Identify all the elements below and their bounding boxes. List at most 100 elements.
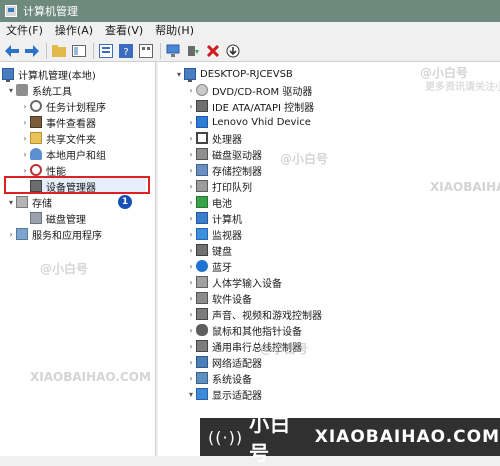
chevron-right-icon[interactable]: › [186,306,196,322]
device-category[interactable]: › DVD/CD-ROM 驱动器 [186,82,312,98]
menu-view[interactable]: 查看(V) [99,22,149,40]
device-category[interactable]: › 计算机 [186,210,242,226]
tree-item-storage[interactable]: ▾ 存储 [6,194,52,210]
device-category[interactable]: › 网络适配器 [186,354,262,370]
view-icon[interactable] [138,43,154,59]
chevron-right-icon[interactable]: › [20,98,30,114]
event-viewer-icon [30,116,42,128]
device-category[interactable]: › 系统设备 [186,370,252,386]
toolbar-separator [46,42,47,59]
device-category[interactable]: › 电池 [186,194,232,210]
menu-action[interactable]: 操作(A) [49,22,99,40]
chevron-right-icon[interactable]: › [186,258,196,274]
device-category[interactable]: › 蓝牙 [186,258,232,274]
computer-icon [196,212,208,224]
tree-item-label: 服务和应用程序 [32,230,102,242]
usb-icon [196,340,208,352]
menu-file[interactable]: 文件(F) [0,22,49,40]
disk-drive-icon [196,148,208,160]
chevron-right-icon[interactable]: › [186,162,196,178]
update-driver-icon[interactable] [185,43,201,59]
forward-icon[interactable] [24,43,40,59]
tree-item-disk-management[interactable]: 磁盘管理 [30,210,86,226]
chevron-right-icon[interactable]: › [186,242,196,258]
chevron-down-icon[interactable]: ▾ [6,194,16,210]
device-category[interactable]: › 人体学输入设备 [186,274,282,290]
tree-item-services[interactable]: › 服务和应用程序 [6,226,102,242]
device-category[interactable]: › 声音、视频和游戏控制器 [186,306,322,322]
show-hide-tree-icon[interactable] [71,43,87,59]
processor-icon [196,132,208,144]
chevron-right-icon[interactable]: › [186,178,196,194]
battery-icon [196,196,208,208]
device-category[interactable]: › 通用串行总线控制器 [186,338,302,354]
device-category-label: 磁盘驱动器 [212,150,262,162]
signal-icon: ((·)) [208,427,244,447]
tools-icon [16,84,28,96]
tree-item-system-tools[interactable]: ▾ 系统工具 [6,82,72,98]
keyboard-icon [196,244,208,256]
chevron-down-icon[interactable]: ▾ [6,82,16,98]
device-category[interactable]: › 软件设备 [186,290,252,306]
chevron-right-icon[interactable]: › [186,82,196,98]
device-category[interactable]: › 监视器 [186,226,242,242]
device-root[interactable]: ▾ DESKTOP-RJCEVSB [174,66,293,82]
chevron-right-icon[interactable]: › [186,194,196,210]
tree-item-label: 磁盘管理 [46,214,86,226]
scan-icon[interactable] [225,43,241,59]
device-category[interactable]: › 鼠标和其他指针设备 [186,322,302,338]
chevron-down-icon[interactable]: ▾ [174,66,184,82]
device-category[interactable]: › 处理器 [186,130,242,146]
tree-item-local-users[interactable]: › 本地用户和组 [20,146,106,162]
chevron-right-icon[interactable]: › [6,226,16,242]
device-category[interactable]: ▾ 显示适配器 [186,386,262,402]
chevron-right-icon[interactable]: › [186,274,196,290]
chevron-right-icon[interactable]: › [186,370,196,386]
disk-icon [30,212,42,224]
chevron-right-icon[interactable]: › [186,130,196,146]
device-category[interactable]: › Lenovo Vhid Device [186,114,311,130]
svg-text:?: ? [123,47,128,58]
folder-up-icon[interactable] [51,43,67,59]
chevron-right-icon[interactable]: › [186,322,196,338]
chevron-right-icon[interactable]: › [186,210,196,226]
tree-item-label: 计算机管理(本地) [18,70,96,82]
uninstall-icon[interactable] [205,43,221,59]
ide-controller-icon [196,100,208,112]
device-category-label: DVD/CD-ROM 驱动器 [212,86,313,98]
chevron-right-icon[interactable]: › [20,114,30,130]
step-badge: 1 [118,195,132,209]
monitor-icon[interactable] [165,43,181,59]
storage-controller-icon [196,164,208,176]
chevron-right-icon[interactable]: › [186,354,196,370]
chevron-right-icon[interactable]: › [186,98,196,114]
tree-item-root[interactable]: 计算机管理(本地) [2,66,96,82]
folder-icon [30,132,42,144]
device-category-label: 人体学输入设备 [212,278,282,290]
menu-help[interactable]: 帮助(H) [149,22,200,40]
chevron-right-icon[interactable]: › [186,290,196,306]
performance-icon [30,164,42,176]
chevron-right-icon[interactable]: › [20,146,30,162]
back-icon[interactable] [4,43,20,59]
chevron-down-icon[interactable]: ▾ [186,386,196,402]
chevron-right-icon[interactable]: › [186,338,196,354]
device-category[interactable]: › IDE ATA/ATAPI 控制器 [186,98,314,114]
chevron-right-icon[interactable]: › [186,146,196,162]
device-category[interactable]: › 键盘 [186,242,232,258]
device-root-label: DESKTOP-RJCEVSB [200,68,293,80]
chevron-right-icon[interactable]: › [186,114,196,130]
properties-icon[interactable] [98,43,114,59]
tree-item-task-scheduler[interactable]: › 任务计划程序 [20,98,106,114]
help-icon[interactable]: ? [118,43,134,59]
display-adapter-icon [196,388,208,400]
device-category[interactable]: › 磁盘驱动器 [186,146,262,162]
device-category[interactable]: › 打印队列 [186,178,252,194]
tree-item-shared-folders[interactable]: › 共享文件夹 [20,130,96,146]
chevron-right-icon[interactable]: › [20,130,30,146]
device-category[interactable]: › 存储控制器 [186,162,262,178]
tree-item-event-viewer[interactable]: › 事件查看器 [20,114,96,130]
monitor-icon [196,228,208,240]
device-category-label: 软件设备 [212,294,252,306]
chevron-right-icon[interactable]: › [186,226,196,242]
